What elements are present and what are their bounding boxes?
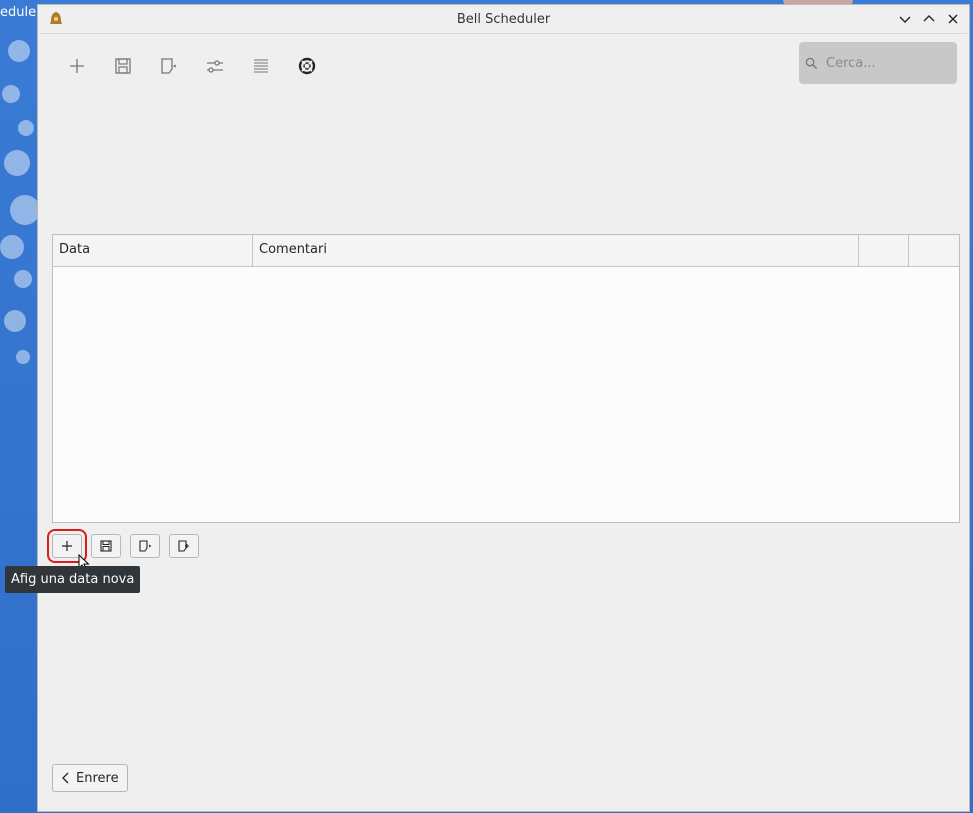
chevron-left-icon [62,772,69,784]
table-header: Data Comentari [53,235,959,267]
desktop-icon-label[interactable]: eduler [0,5,41,20]
column-header-4[interactable] [909,235,959,266]
close-icon[interactable] [943,9,963,29]
save-toolbar-button[interactable] [100,48,146,84]
back-button-label: Enrere [76,770,119,786]
add-toolbar-button[interactable] [54,48,100,84]
export-icon [139,540,152,552]
search-input[interactable] [824,54,948,72]
chevron-down-icon[interactable] [895,9,915,29]
search-icon [805,57,818,69]
list-toolbar-button[interactable] [238,48,284,84]
app-window: Bell Scheduler Cerca... Data Comentari A… [5,4,970,812]
import-icon [178,540,189,552]
column-header-data[interactable]: Data [53,235,253,266]
plus-icon [70,59,84,73]
table-actions [47,529,199,563]
export-icon [161,58,177,74]
export-dates-button[interactable] [130,534,160,558]
settings-sliders-icon [207,60,223,73]
list-icon [254,59,268,73]
dates-table[interactable]: Data Comentari [52,234,960,523]
save-icon [100,540,112,552]
import-dates-button[interactable] [169,534,199,558]
add-icon [62,541,72,551]
back-button[interactable]: Enrere [52,764,128,792]
help-lifebuoy-icon [298,57,316,75]
main-content: Data Comentari [5,33,967,809]
window-title: Bell Scheduler [456,11,551,27]
chevron-up-icon[interactable] [919,9,939,29]
main-toolbar [54,48,330,84]
export-toolbar-button[interactable] [146,48,192,84]
save-dates-button[interactable] [91,534,121,558]
help-toolbar-button[interactable] [284,48,330,84]
search-box[interactable] [799,42,957,84]
tooltip: Afig una data nova [5,566,141,593]
column-header-comentari[interactable]: Comentari [253,235,859,266]
column-header-3[interactable] [859,235,909,266]
settings-toolbar-button[interactable] [192,48,238,84]
title-bar[interactable]: Bell Scheduler [38,5,969,33]
bell-app-icon [50,12,62,24]
save-icon [115,58,131,74]
